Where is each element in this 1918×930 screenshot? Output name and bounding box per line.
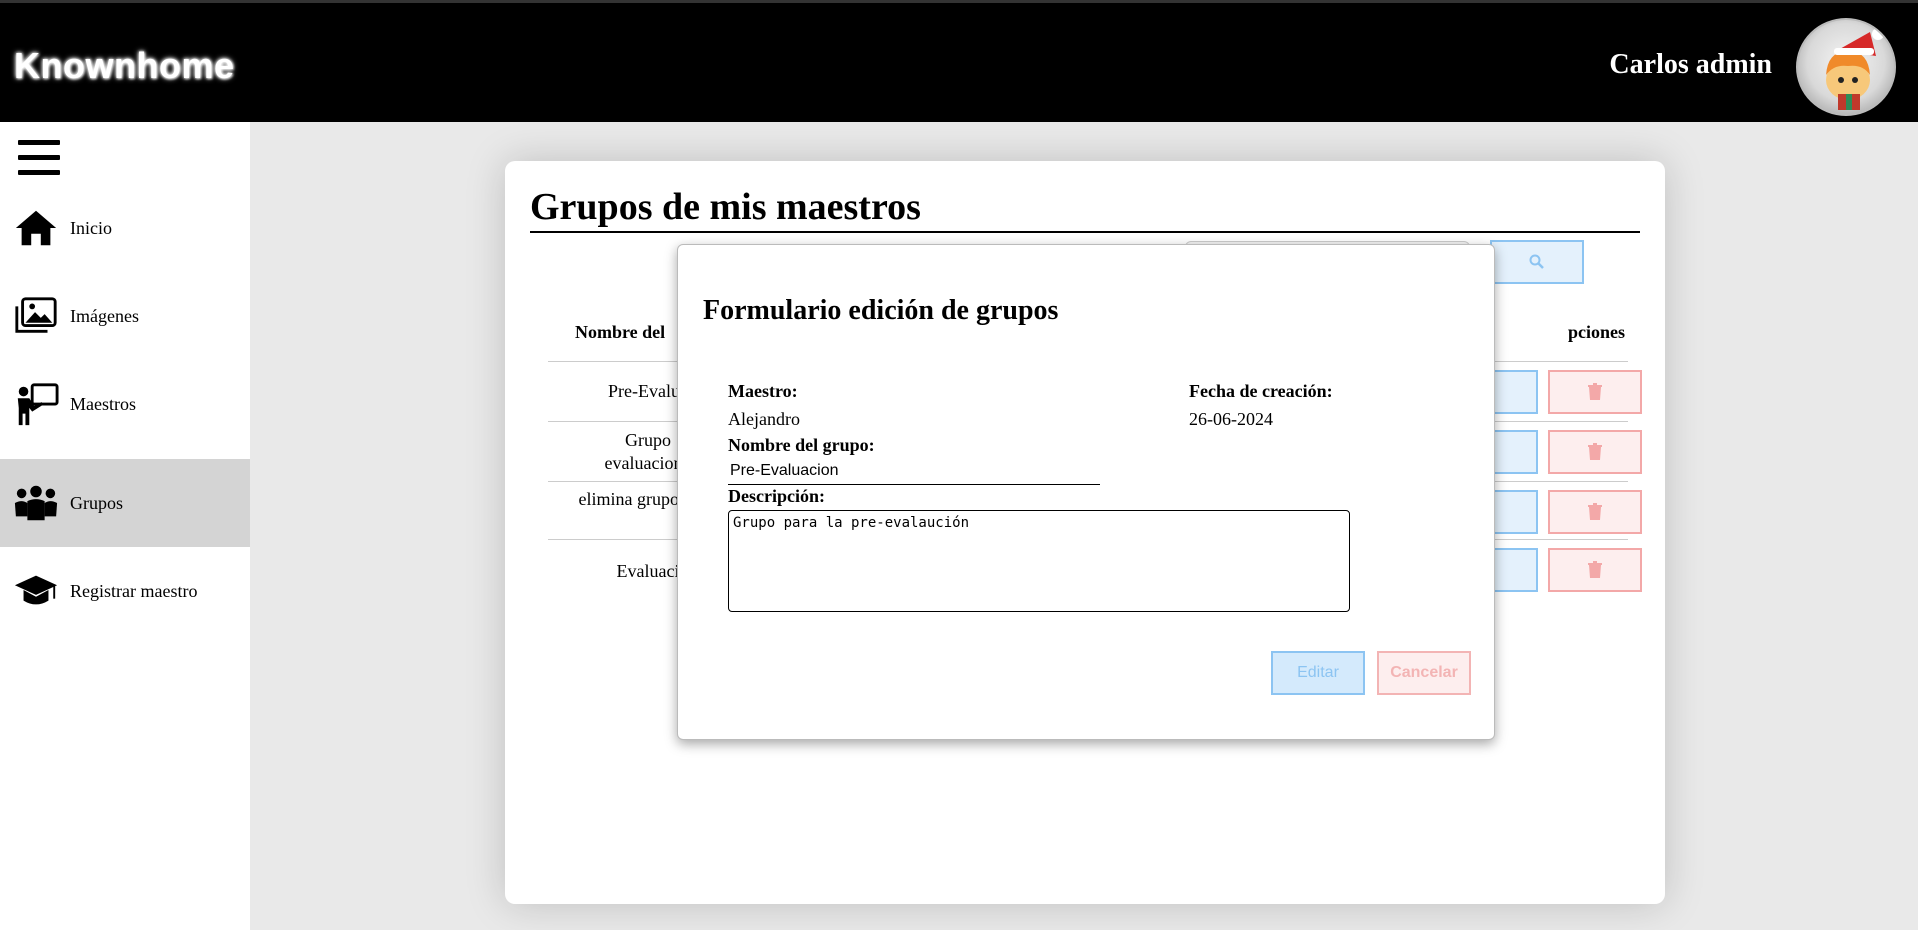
fecha-value: 26-06-2024 [1189, 409, 1273, 429]
modal-title: Formulario edición de grupos [703, 295, 1059, 326]
menu-toggle-button[interactable] [18, 140, 60, 176]
title-divider [530, 231, 1640, 233]
trash-icon [1588, 383, 1602, 400]
page-title: Grupos de mis maestros [530, 186, 921, 228]
sidebar-item-label: Maestros [70, 393, 136, 414]
hamburger-bar [18, 155, 60, 160]
maestro-value: Alejandro [728, 409, 800, 429]
search-button[interactable] [1490, 240, 1584, 284]
trash-icon [1588, 561, 1602, 578]
sidebar-item-maestros[interactable]: Maestros [0, 360, 250, 448]
delete-row-button[interactable] [1548, 490, 1642, 534]
sidebar: Inicio Imágenes Maestros Grupos Registra… [0, 122, 250, 930]
groups-icon [12, 479, 60, 527]
sidebar-item-label: Grupos [70, 492, 123, 513]
column-header-options: pciones [1568, 322, 1626, 342]
home-icon [12, 204, 60, 252]
graduation-cap-icon [12, 567, 60, 615]
user-name: Carlos admin [1609, 49, 1772, 80]
top-header: Knownhome Carlos admin [0, 0, 1918, 122]
sidebar-item-label: Imágenes [70, 305, 139, 326]
trash-icon [1588, 503, 1602, 520]
sidebar-item-registrar-maestro[interactable]: Registrar maestro [0, 547, 250, 635]
group-name-input[interactable] [728, 457, 1100, 485]
description-textarea[interactable]: Grupo para la pre-evalaución [728, 510, 1350, 612]
delete-row-button[interactable] [1548, 370, 1642, 414]
delete-row-button[interactable] [1548, 548, 1642, 592]
brand-logo[interactable]: Knownhome [14, 45, 234, 87]
sidebar-item-label: Registrar maestro [70, 580, 198, 601]
descripcion-label: Descripción: [728, 486, 825, 506]
hamburger-bar [18, 170, 60, 175]
sidebar-item-label: Inicio [70, 217, 112, 238]
sidebar-item-grupos[interactable]: Grupos [0, 459, 250, 547]
column-header-name: Nombre del [575, 322, 666, 342]
search-icon [1529, 254, 1544, 269]
nombre-label: Nombre del grupo: [728, 435, 875, 455]
teacher-icon [12, 380, 60, 428]
sidebar-item-inicio[interactable]: Inicio [0, 184, 250, 272]
delete-row-button[interactable] [1548, 430, 1642, 474]
cancel-button[interactable]: Cancelar [1377, 651, 1471, 695]
images-icon [12, 292, 60, 340]
sidebar-item-imagenes[interactable]: Imágenes [0, 272, 250, 360]
fecha-label: Fecha de creación: [1189, 381, 1333, 401]
hamburger-bar [18, 140, 60, 145]
edit-button[interactable]: Editar [1271, 651, 1365, 695]
user-avatar[interactable] [1796, 18, 1896, 116]
trash-icon [1588, 443, 1602, 460]
maestro-label: Maestro: [728, 381, 798, 401]
edit-group-modal: Formulario edición de grupos Maestro: Al… [677, 244, 1495, 740]
